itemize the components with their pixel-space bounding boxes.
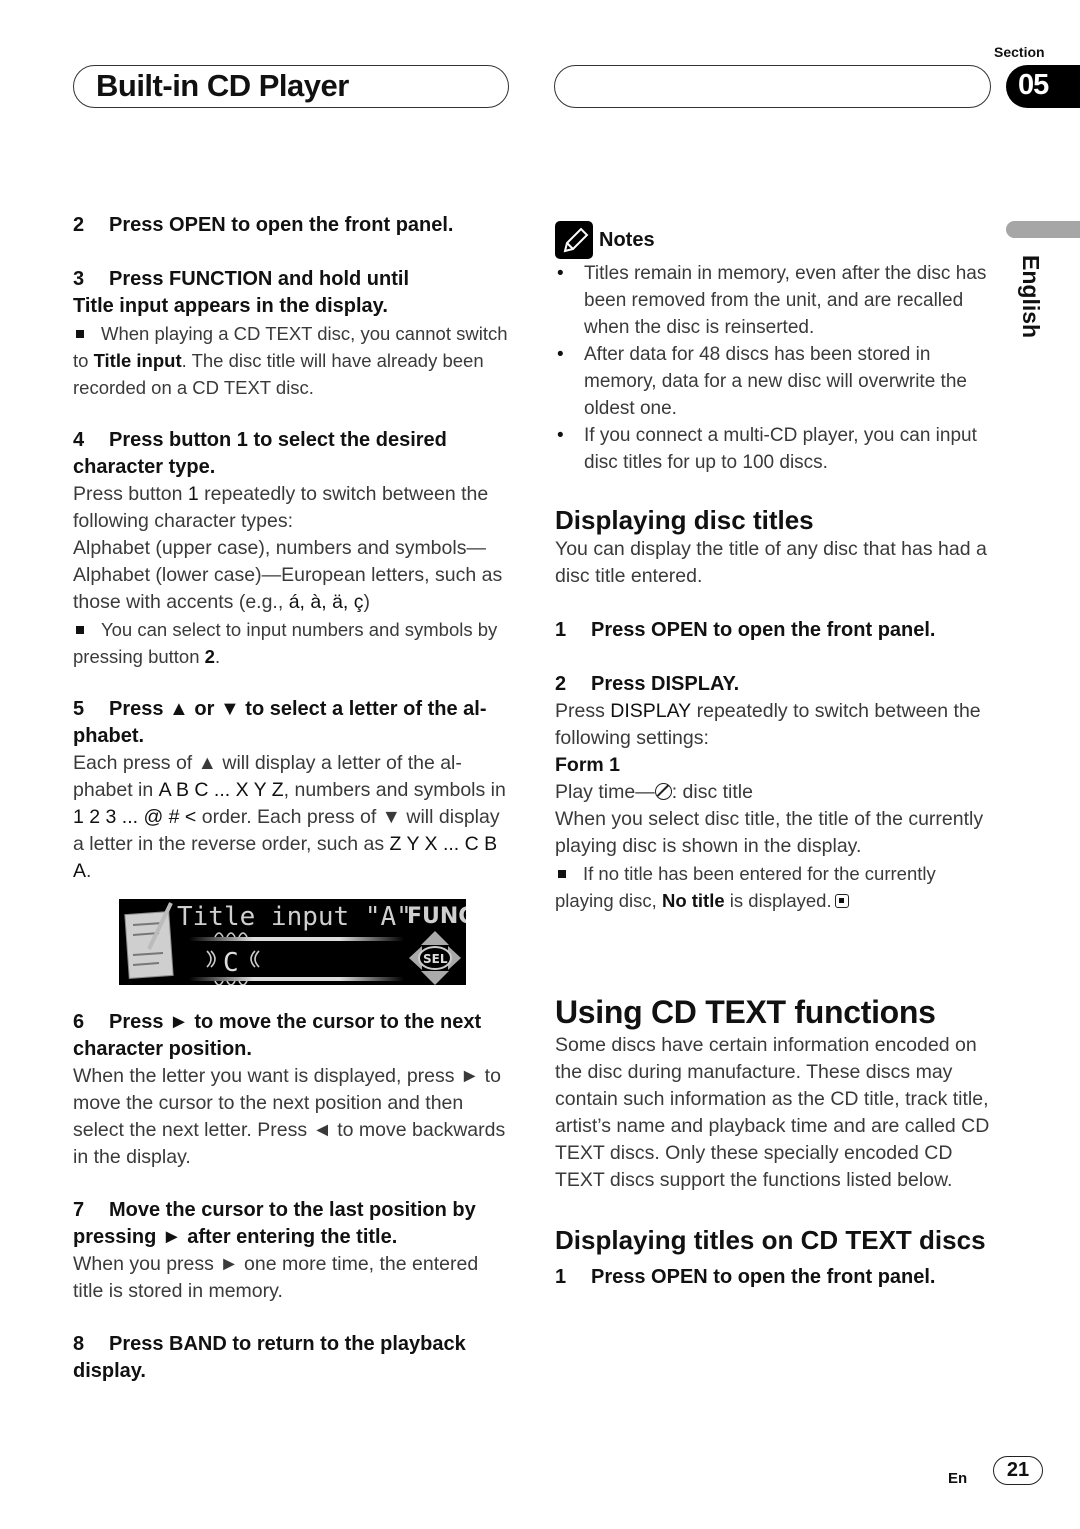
section-label: Section xyxy=(994,44,1045,60)
left-column: 2 Press OPEN to open the front panel. 3 Pr… xyxy=(73,212,513,1385)
heading-displaying-disc-titles: Displaying disc titles xyxy=(555,505,814,535)
disc-icon xyxy=(654,783,672,800)
lcd-title-text: Title input "A" xyxy=(177,902,412,932)
end-of-section-icon xyxy=(834,894,849,908)
note-square-icon xyxy=(76,329,84,338)
note-square-icon xyxy=(76,625,84,634)
section-number: 05 xyxy=(1018,69,1049,101)
language-tab-bar xyxy=(1006,221,1080,238)
lcd-upper-bar xyxy=(189,937,404,941)
language-code: En xyxy=(948,1470,968,1487)
note-square-icon xyxy=(558,869,566,878)
heading-displaying-titles-cd-text: Displaying titles on CD TEXT discs xyxy=(555,1225,986,1255)
lcd-graphic: Title input "A" FUNC C SEL xyxy=(124,902,466,985)
step-8: 8 Press BAND to return to the playback di… xyxy=(73,1333,466,1382)
form-label: Form 1 xyxy=(555,754,621,776)
cd-text-body: Some discs have certain information enco… xyxy=(555,1034,990,1191)
disp-step-1: 1 Press OPEN to open the front panel. xyxy=(555,619,936,641)
step-7-body: When you press ► one more time, the ente… xyxy=(73,1253,479,1302)
lcd-cursor-char: C xyxy=(223,948,239,978)
section-number-tab: 05 xyxy=(1006,65,1080,108)
step-5: 5 Press ▲ or ▼ to select a letter of the … xyxy=(73,698,487,747)
step-6: 6 Press ► to move the cursor to the next … xyxy=(73,1011,482,1060)
step-4-body: Press button 1 repeatedly to switch betw… xyxy=(73,483,503,613)
pencil-icon xyxy=(555,221,593,259)
right-column: Notes Titles remain in memory, even afte… xyxy=(555,220,995,1291)
chapter-title: Built-in CD Player xyxy=(96,68,349,103)
lcd-sel-text: SEL xyxy=(423,952,448,966)
step-3-note: When playing a CD TEXT disc, you cannot … xyxy=(73,323,508,398)
language-label: English xyxy=(1018,255,1044,339)
step-2: 2 Press OPEN to open the front panel. xyxy=(73,214,454,236)
notepad-icon xyxy=(124,902,174,979)
cdtitles-step-1: 1 Press OPEN to open the front panel. xyxy=(555,1266,936,1288)
title-input-display-illustration: Title input "A" FUNC C SEL xyxy=(119,899,466,985)
step-6-body: When the letter you want is displayed, p… xyxy=(73,1065,506,1168)
form-line: Play time—: disc title xyxy=(555,781,753,803)
heading-using-cd-text-functions: Using CD TEXT functions xyxy=(555,994,936,1030)
notes-list: Titles remain in memory, even after the … xyxy=(555,260,995,476)
header-empty-pill xyxy=(554,65,991,108)
lcd-lower-bar xyxy=(189,977,404,981)
sel-joystick-icon: SEL xyxy=(409,931,461,985)
disp-step-2-body: Press DISPLAY repeatedly to switch betwe… xyxy=(555,700,981,749)
step-5-body: Each press of ▲ will display a letter of… xyxy=(73,752,506,882)
form-note: If no title has been entered for the cur… xyxy=(555,863,936,911)
displaying-disc-titles-intro: You can display the title of any disc th… xyxy=(555,538,987,587)
note-item: If you connect a multi-CD player, you ca… xyxy=(555,422,995,476)
form-body: When you select disc title, the title of… xyxy=(555,808,984,857)
step-4: 4 Press button 1 to select the desired ch… xyxy=(73,429,447,478)
step-7: 7 Move the cursor to the last position by… xyxy=(73,1199,476,1248)
language-tab: English xyxy=(1017,255,1047,345)
note-item: Titles remain in memory, even after the … xyxy=(555,260,995,341)
step-3: 3 Press FUNCTION and hold until Title inpu… xyxy=(73,268,410,317)
page-number: 21 xyxy=(1006,1459,1030,1481)
page-number-pill: 21 xyxy=(993,1456,1043,1485)
disp-step-2: 2 Press DISPLAY. xyxy=(555,673,740,695)
notes-label: Notes xyxy=(599,228,655,251)
chapter-title-pill: Built-in CD Player xyxy=(73,65,509,108)
note-item: After data for 48 discs has been stored … xyxy=(555,341,995,422)
lcd-func-text: FUNC xyxy=(407,904,466,929)
notes-header: Notes xyxy=(555,220,995,260)
step-4-note: You can select to input numbers and symb… xyxy=(73,619,498,667)
